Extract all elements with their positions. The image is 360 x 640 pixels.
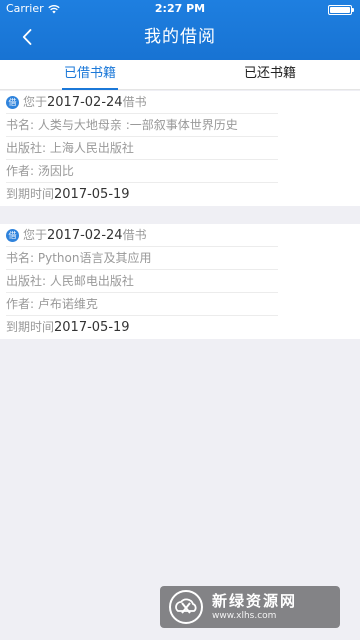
publisher-row: 出版社: 人民邮电出版社 xyxy=(6,270,278,293)
status-time: 2:27 PM xyxy=(154,2,206,15)
borrow-suffix: 借书 xyxy=(122,94,147,109)
borrow-badge-icon: 借 xyxy=(6,95,19,109)
due-date-row: 到期时间2017-05-19 xyxy=(6,183,278,206)
borrowing-card[interactable]: 借 您于 2017-02-24 借书 书名: 人类与大地母亲 :一部叙事体世界历史 … xyxy=(0,91,360,206)
borrow-date-row: 借 您于 2017-02-24 借书 xyxy=(6,224,278,247)
publisher-row: 出版社: 上海人民出版社 xyxy=(6,137,278,160)
book-title-label: 书名: xyxy=(6,251,35,265)
borrowing-list: 借 您于 2017-02-24 借书 书名: 人类与大地母亲 :一部叙事体世界历史 … xyxy=(0,91,360,357)
battery-icon xyxy=(328,5,354,15)
due-date: 2017-05-19 xyxy=(54,187,130,202)
watermark-title: 新绿资源网 xyxy=(212,592,298,610)
book-title-label: 书名: xyxy=(6,118,35,132)
tab-returned-books[interactable]: 已还书籍 xyxy=(180,60,360,89)
borrow-badge-icon: 借 xyxy=(6,228,19,242)
author-label: 作者: xyxy=(6,164,35,178)
author-row: 作者: 卢布诺维克 xyxy=(6,293,278,316)
publisher-label: 出版社: xyxy=(6,274,47,288)
author: 卢布诺维克 xyxy=(37,297,98,311)
due-label: 到期时间 xyxy=(6,187,55,201)
borrow-date-row: 借 您于 2017-02-24 借书 xyxy=(6,91,278,114)
tab-bar: 已借书籍 已还书籍 xyxy=(0,60,360,90)
borrow-prefix: 您于 xyxy=(23,227,48,242)
borrowing-card[interactable]: 借 您于 2017-02-24 借书 书名: Python语言及其应用 出版社: 人… xyxy=(0,224,360,339)
publisher: 人民邮电出版社 xyxy=(49,274,134,288)
book-title: Python语言及其应用 xyxy=(37,251,152,265)
watermark-url: www.xlhs.com xyxy=(212,611,277,621)
borrow-suffix: 借书 xyxy=(122,227,147,242)
due-date-row: 到期时间2017-05-19 xyxy=(6,316,278,339)
cloud-logo-icon xyxy=(169,590,203,624)
watermark: 新绿资源网 www.xlhs.com xyxy=(160,586,340,628)
borrow-date: 2017-02-24 xyxy=(47,94,123,110)
tab-borrowed-books[interactable]: 已借书籍 xyxy=(0,60,180,90)
due-label: 到期时间 xyxy=(6,320,55,334)
book-title-row: 书名: 人类与大地母亲 :一部叙事体世界历史 xyxy=(6,114,278,137)
page-title: 我的借阅 xyxy=(144,27,216,47)
author-label: 作者: xyxy=(6,297,35,311)
borrow-date: 2017-02-24 xyxy=(47,227,123,243)
navigation-header: Carrier 2:27 PM 我的借阅 xyxy=(0,0,360,60)
author: 汤因比 xyxy=(37,164,74,178)
borrow-prefix: 您于 xyxy=(23,94,48,109)
publisher: 上海人民出版社 xyxy=(49,141,134,155)
book-title-row: 书名: Python语言及其应用 xyxy=(6,247,278,270)
due-date: 2017-05-19 xyxy=(54,320,130,335)
book-title: 人类与大地母亲 :一部叙事体世界历史 xyxy=(37,118,238,132)
author-row: 作者: 汤因比 xyxy=(6,160,278,183)
watermark-text: 新绿资源网 www.xlhs.com xyxy=(212,592,297,622)
publisher-label: 出版社: xyxy=(6,141,47,155)
status-bar: Carrier 2:27 PM xyxy=(0,0,360,18)
